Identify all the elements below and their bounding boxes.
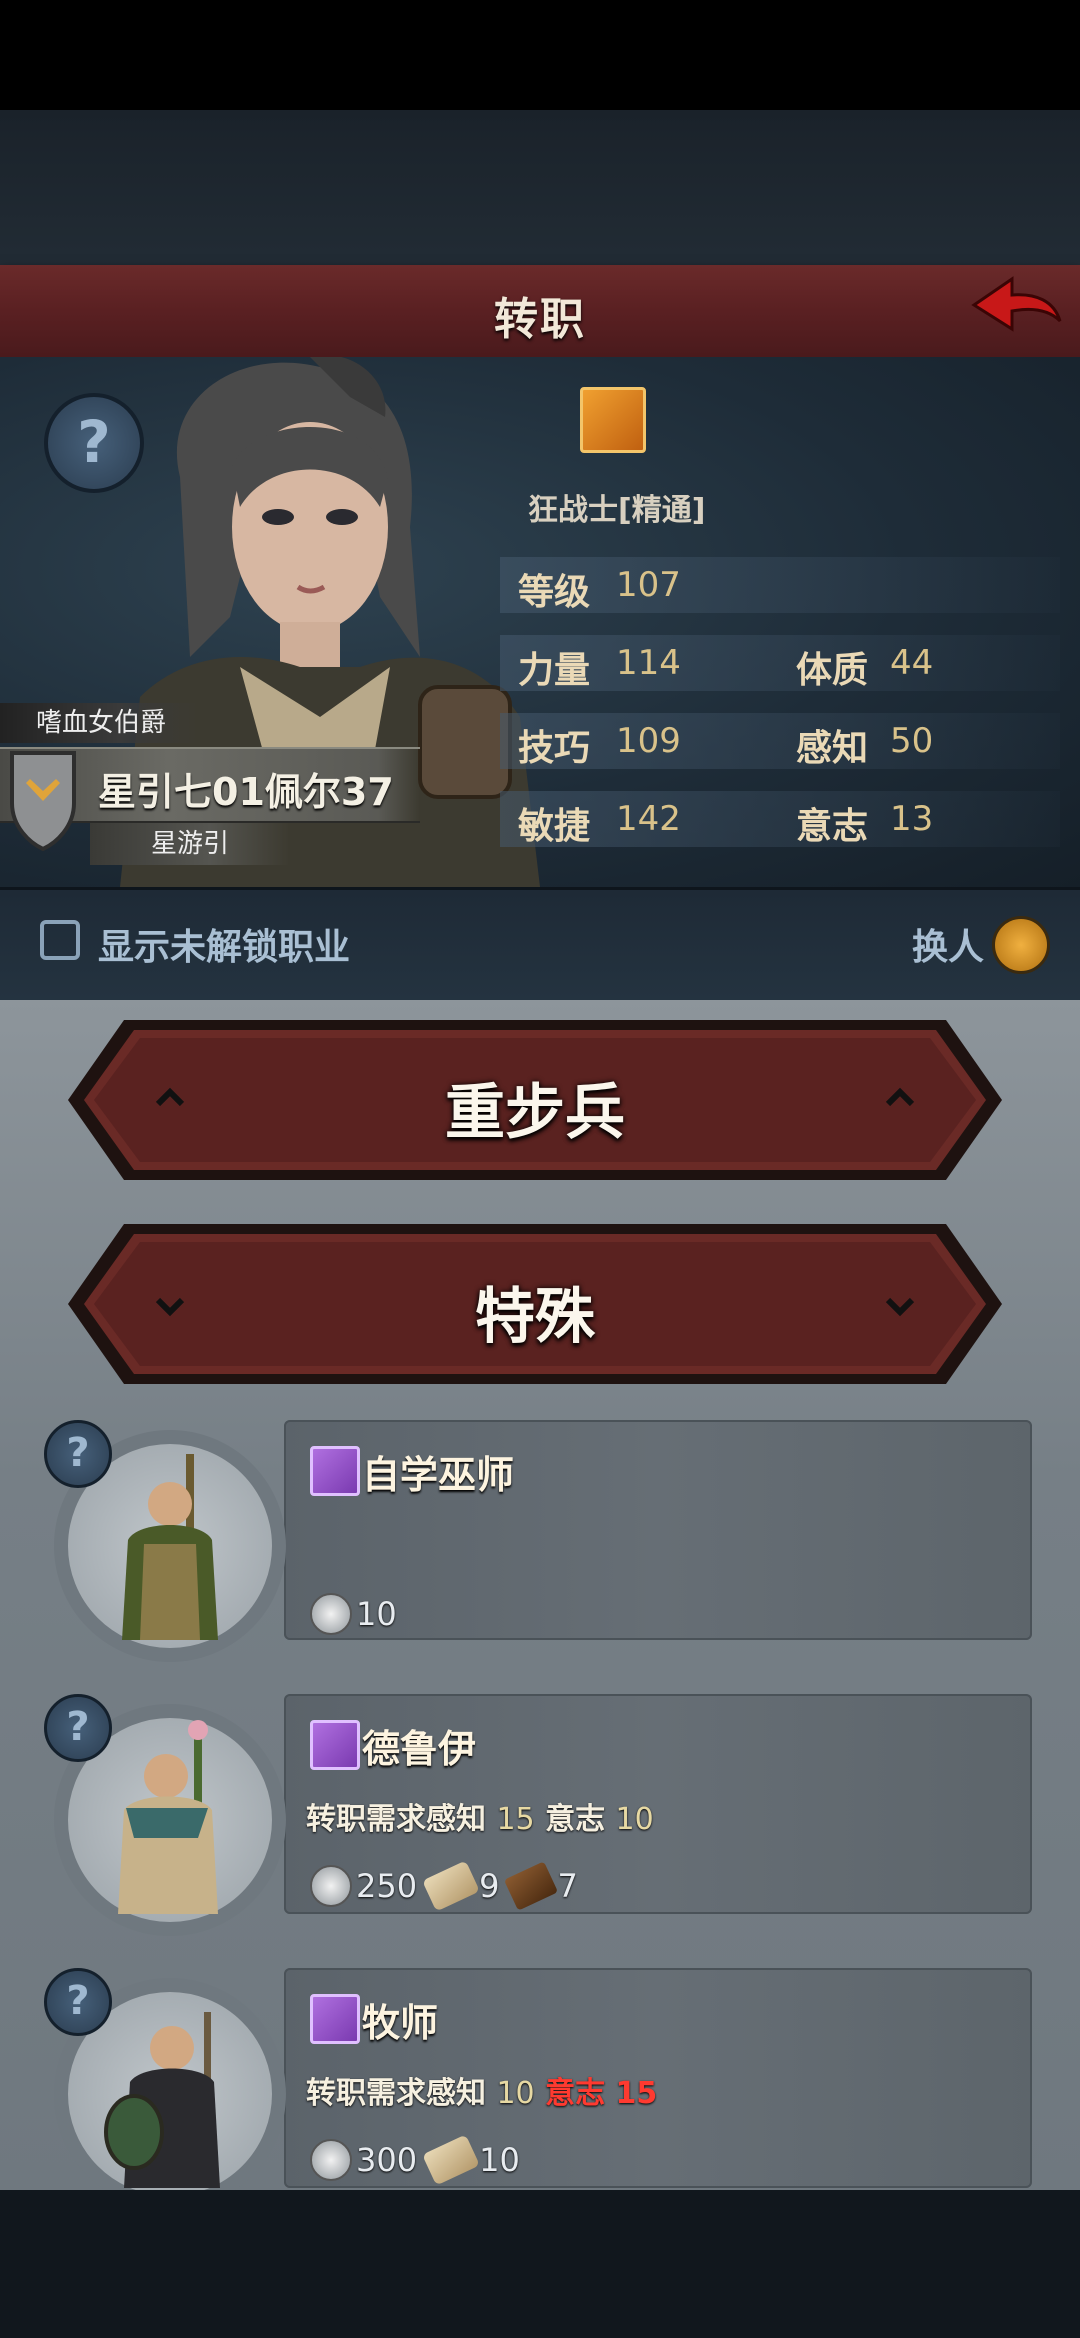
requirement-prefix: 转职需求 xyxy=(306,2076,426,2111)
scroll-cost: 10 xyxy=(479,2141,520,2179)
strength-label: 力量 xyxy=(518,650,591,691)
job-name: 牧师 xyxy=(362,2001,439,2045)
requirement-prefix: 转职需求 xyxy=(306,1802,426,1837)
stat-row-strength-constitution: 力量 114 体质 44 xyxy=(500,635,1060,691)
skill-label: 技巧 xyxy=(518,728,591,769)
character-title: 嗜血女伯爵 xyxy=(0,703,200,743)
top-band xyxy=(0,110,1080,270)
bottom-bar xyxy=(0,2190,1080,2338)
job-cost: 300 10 xyxy=(310,2134,520,2186)
switch-character-label[interactable]: 换人 xyxy=(912,918,984,970)
requirement-value-a: 10 xyxy=(496,2076,535,2111)
show-locked-label[interactable]: 显示未解锁职业 xyxy=(98,918,350,970)
level-value: 107 xyxy=(616,565,681,605)
page-title: 转职 xyxy=(494,294,586,345)
class-name: 狂战士[精通] xyxy=(528,493,706,528)
perception-value: 50 xyxy=(890,721,934,761)
scroll-cost: 9 xyxy=(479,1867,500,1905)
berserker-class-icon xyxy=(580,387,646,453)
level-label: 等级 xyxy=(518,572,591,613)
agility-label: 敏捷 xyxy=(518,806,591,847)
scroll-icon xyxy=(422,2134,481,2186)
silver-cost: 10 xyxy=(356,1595,397,1633)
guild-name: 星游引 xyxy=(90,823,290,865)
constitution-value: 44 xyxy=(890,643,934,683)
perception-label: 感知 xyxy=(796,728,869,769)
strength-value: 114 xyxy=(616,643,681,683)
job-cost: 10 xyxy=(310,1592,397,1636)
job-name: 自学巫师 xyxy=(362,1453,515,1497)
staff-class-icon xyxy=(310,1446,360,1496)
willpower-value: 13 xyxy=(890,799,934,839)
option-bar: 显示未解锁职业 换人 xyxy=(0,887,1080,1003)
job-requirement: 转职需求感知 15 意志 10 xyxy=(306,1794,654,1838)
silver-coin-icon xyxy=(310,1593,352,1635)
show-locked-checkbox[interactable] xyxy=(40,920,80,960)
requirement-value-b: 10 xyxy=(615,1802,654,1837)
title-header: 转职 xyxy=(0,265,1080,360)
constitution-label: 体质 xyxy=(796,650,869,691)
help-icon[interactable]: ? xyxy=(44,1694,112,1762)
skill-value: 109 xyxy=(616,721,681,761)
staff-class-icon xyxy=(310,1994,360,2044)
agility-value: 142 xyxy=(616,799,681,839)
silver-cost: 300 xyxy=(356,2141,418,2179)
guild-shield-icon xyxy=(10,751,76,851)
stat-row-skill-perception: 技巧 109 感知 50 xyxy=(500,713,1060,769)
switch-character-icon[interactable] xyxy=(992,916,1050,974)
requirement-value-b-unmet: 15 xyxy=(615,2076,658,2111)
scroll-icon xyxy=(422,1860,481,1912)
job-list-area[interactable]: 重步兵 特殊 ? 自学巫师 10 ? 德鲁伊 转职需求感知 15 意志 10 2… xyxy=(0,1000,1080,2210)
silver-coin-icon xyxy=(310,2139,352,2181)
job-item-priest[interactable]: ? 牧师 转职需求感知 10 意志 15 300 10 xyxy=(44,1968,1034,2210)
silver-coin-icon xyxy=(310,1865,352,1907)
requirement-value-a: 15 xyxy=(496,1802,535,1837)
job-cost: 250 9 7 xyxy=(310,1860,578,1912)
help-icon[interactable]: ? xyxy=(44,1420,112,1488)
category-heavy-infantry[interactable]: 重步兵 xyxy=(64,1014,1006,1186)
requirement-stat-b: 意志 xyxy=(545,1802,606,1837)
requirement-stat-a: 感知 xyxy=(426,2076,486,2111)
stat-row-level: 等级 107 xyxy=(500,557,1060,613)
job-requirement: 转职需求感知 10 意志 15 xyxy=(306,2068,657,2112)
silver-cost: 250 xyxy=(356,1867,418,1905)
job-item-self-taught-wizard[interactable]: ? 自学巫师 10 xyxy=(44,1420,1034,1662)
category-label: 特殊 xyxy=(475,1282,595,1352)
staff-class-icon xyxy=(310,1720,360,1770)
category-label: 重步兵 xyxy=(445,1078,625,1148)
category-special[interactable]: 特殊 xyxy=(64,1218,1006,1390)
character-panel: ? 狂战士[精通] 等级 107 力量 114 体质 44 技巧 109 感知 … xyxy=(0,357,1080,887)
wood-icon xyxy=(504,1861,559,1911)
stat-row-agility-willpower: 敏捷 142 意志 13 xyxy=(500,791,1060,847)
requirement-stat-b-unmet: 意志 xyxy=(545,2076,606,2111)
job-name: 德鲁伊 xyxy=(362,1727,477,1771)
job-item-druid[interactable]: ? 德鲁伊 转职需求感知 15 意志 10 250 9 7 xyxy=(44,1694,1034,1936)
back-arrow-icon[interactable] xyxy=(966,271,1066,351)
willpower-label: 意志 xyxy=(796,806,869,847)
requirement-stat-a: 感知 xyxy=(426,1802,486,1837)
status-bar xyxy=(0,0,1080,110)
help-icon[interactable]: ? xyxy=(44,1968,112,2036)
wood-cost: 7 xyxy=(557,1867,578,1905)
character-name: 星引七01佩尔37 xyxy=(98,770,394,814)
